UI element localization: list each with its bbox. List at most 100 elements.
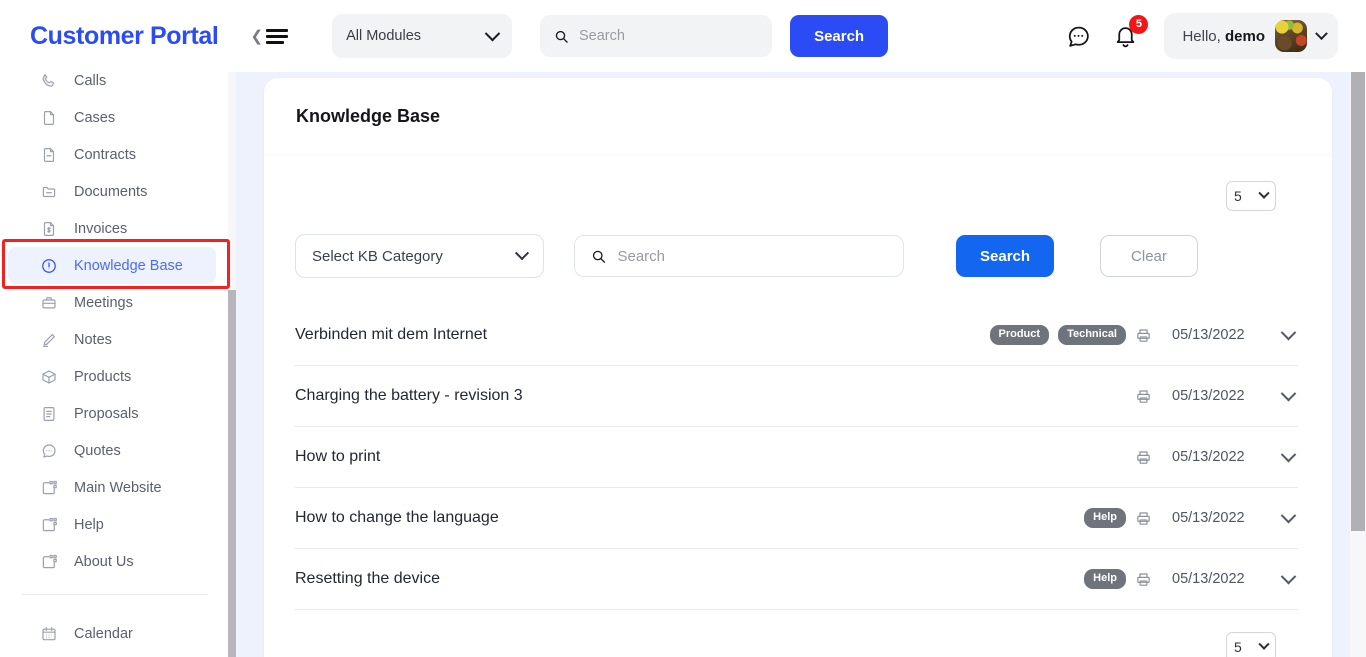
chevron-down-icon[interactable] xyxy=(1280,507,1297,523)
article-date: 05/13/2022 xyxy=(1172,449,1245,465)
kb-article-row[interactable]: How to change the language Help 05/13/2022 xyxy=(295,488,1298,549)
global-search-input[interactable] xyxy=(578,28,759,44)
per-page-row-top: 5 xyxy=(264,159,1332,211)
article-date: 05/13/2022 xyxy=(1172,571,1245,587)
contract-icon xyxy=(40,146,58,164)
knowledge-base-card: Knowledge Base 5 Select KB Category Sear… xyxy=(264,78,1332,657)
header-actions: 5 Hello, demo xyxy=(1066,13,1338,59)
article-meta: Help 05/13/2022 xyxy=(1084,568,1298,589)
sidebar-navigation: Calls Cases Contracts Documents Invoices Know… xyxy=(0,56,228,657)
sidebar-item-main-website[interactable]: Main Website xyxy=(8,469,216,506)
kb-article-row[interactable]: Resetting the device Help 05/13/2022 xyxy=(295,549,1298,610)
sidebar-footer-list: Calendar xyxy=(0,609,228,652)
kb-clear-button[interactable]: Clear xyxy=(1100,235,1198,277)
sidebar-item-label: Meetings xyxy=(74,294,133,311)
sidebar-item-label: Knowledge Base xyxy=(74,257,183,274)
article-tag[interactable]: Technical xyxy=(1058,325,1126,345)
kb-article-row[interactable]: Verbinden mit dem Internet Product Technic… xyxy=(295,305,1298,366)
hamburger-menu-icon xyxy=(266,28,289,44)
sidebar-item-products[interactable]: Products xyxy=(8,358,216,395)
sidebar-item-about-us[interactable]: About Us xyxy=(8,543,216,580)
per-page-dropdown-bottom[interactable]: 5 xyxy=(1226,632,1276,657)
per-page-value-bottom: 5 xyxy=(1234,639,1242,655)
sidebar-item-cases[interactable]: Cases xyxy=(8,99,216,136)
article-title: Resetting the device xyxy=(295,570,440,587)
sidebar-scrollbar-track[interactable] xyxy=(228,56,236,657)
kb-search-box[interactable] xyxy=(574,235,904,277)
document-list-icon xyxy=(40,405,58,423)
modules-dropdown[interactable]: All Modules xyxy=(332,14,513,58)
sidebar-item-label: Main Website xyxy=(74,479,162,496)
sidebar-item-label: Calls xyxy=(74,72,107,89)
page-title: Knowledge Base xyxy=(296,106,441,126)
sidebar-item-documents[interactable]: Documents xyxy=(8,173,216,210)
chevron-down-icon[interactable] xyxy=(1280,324,1297,340)
printer-icon[interactable] xyxy=(1135,388,1152,405)
kb-article-row[interactable]: Charging the battery - revision 3 05/13/2… xyxy=(295,366,1298,427)
search-icon xyxy=(592,250,606,263)
chevron-down-icon[interactable] xyxy=(1280,446,1297,462)
article-title: Verbinden mit dem Internet xyxy=(295,326,488,343)
box-icon xyxy=(40,368,58,386)
sidebar-item-label: Help xyxy=(74,516,104,533)
chevron-down-icon[interactable] xyxy=(1280,568,1297,584)
sidebar-item-label: Invoices xyxy=(74,220,128,237)
kb-article-row[interactable]: How to print 05/13/2022 xyxy=(295,427,1298,488)
sidebar-scrollbar-thumb[interactable] xyxy=(228,290,236,657)
avatar xyxy=(1275,20,1307,52)
sidebar-item-contracts[interactable]: Contracts xyxy=(8,136,216,173)
sidebar-item-quotes[interactable]: Quotes xyxy=(8,432,216,469)
sidebar-item-label: About Us xyxy=(74,553,134,570)
chevron-down-icon xyxy=(484,25,501,41)
sidebar-item-notes[interactable]: Notes xyxy=(8,321,216,358)
file-icon xyxy=(40,109,58,127)
sidebar-collapse-toggle[interactable]: ❮ xyxy=(250,27,289,45)
article-date: 05/13/2022 xyxy=(1172,510,1245,526)
per-page-dropdown-top[interactable]: 5 xyxy=(1226,181,1276,211)
printer-icon[interactable] xyxy=(1135,327,1152,344)
article-meta: Product Technical 05/13/2022 xyxy=(989,324,1299,345)
sidebar-item-help[interactable]: Help xyxy=(8,506,216,543)
greeting-prefix: Hello, xyxy=(1182,27,1221,45)
global-search-box[interactable] xyxy=(540,15,773,57)
sidebar-item-label: Cases xyxy=(74,109,116,126)
user-name: demo xyxy=(1224,27,1265,45)
knowledge-base-article-list: Verbinden mit dem Internet Product Technic… xyxy=(295,305,1298,610)
briefcase-icon xyxy=(40,294,58,312)
kb-search-button[interactable]: Search xyxy=(956,235,1055,277)
chat-dots-icon xyxy=(40,442,58,460)
sidebar-item-label: Documents xyxy=(74,183,148,200)
printer-icon[interactable] xyxy=(1135,449,1152,466)
global-search-button[interactable]: Search xyxy=(790,15,889,57)
chevron-left-icon: ❮ xyxy=(250,27,264,45)
sidebar-item-label: Proposals xyxy=(74,405,139,422)
page-scrollbar-thumb[interactable] xyxy=(1351,56,1365,531)
article-tag[interactable]: Help xyxy=(1084,569,1126,589)
article-tag[interactable]: Product xyxy=(989,325,1050,345)
top-header: Customer Portal ❮ All Modules Search Sea… xyxy=(0,0,1366,72)
printer-icon[interactable] xyxy=(1135,571,1152,588)
article-date: 05/13/2022 xyxy=(1172,327,1245,343)
user-greeting: Hello, demo xyxy=(1182,28,1265,45)
sidebar-item-knowledge-base[interactable]: Knowledge Base xyxy=(8,247,216,284)
article-title: How to print xyxy=(295,448,381,465)
kb-category-dropdown[interactable]: Select KB Category xyxy=(295,234,544,278)
sidebar-item-calendar[interactable]: Calendar xyxy=(8,615,216,652)
chevron-down-icon[interactable] xyxy=(1280,385,1297,401)
page-scrollbar-track[interactable] xyxy=(1350,56,1366,657)
sidebar-item-invoices[interactable]: Invoices xyxy=(8,210,216,247)
kb-search-input[interactable] xyxy=(617,247,887,265)
sidebar-item-label: Quotes xyxy=(74,442,121,459)
sidebar-item-proposals[interactable]: Proposals xyxy=(8,395,216,432)
chat-button[interactable] xyxy=(1066,24,1091,49)
article-tag[interactable]: Help xyxy=(1084,508,1126,528)
chat-bubble-icon xyxy=(1069,26,1090,47)
user-menu[interactable]: Hello, demo xyxy=(1164,13,1338,59)
sidebar-item-label: Notes xyxy=(74,331,112,348)
notification-count-badge: 5 xyxy=(1129,14,1149,34)
printer-icon[interactable] xyxy=(1135,510,1152,527)
per-page-value-top: 5 xyxy=(1234,188,1242,204)
sidebar-item-meetings[interactable]: Meetings xyxy=(8,284,216,321)
notifications-button[interactable]: 5 xyxy=(1113,14,1149,49)
sidebar-item-label: Calendar xyxy=(74,625,133,642)
